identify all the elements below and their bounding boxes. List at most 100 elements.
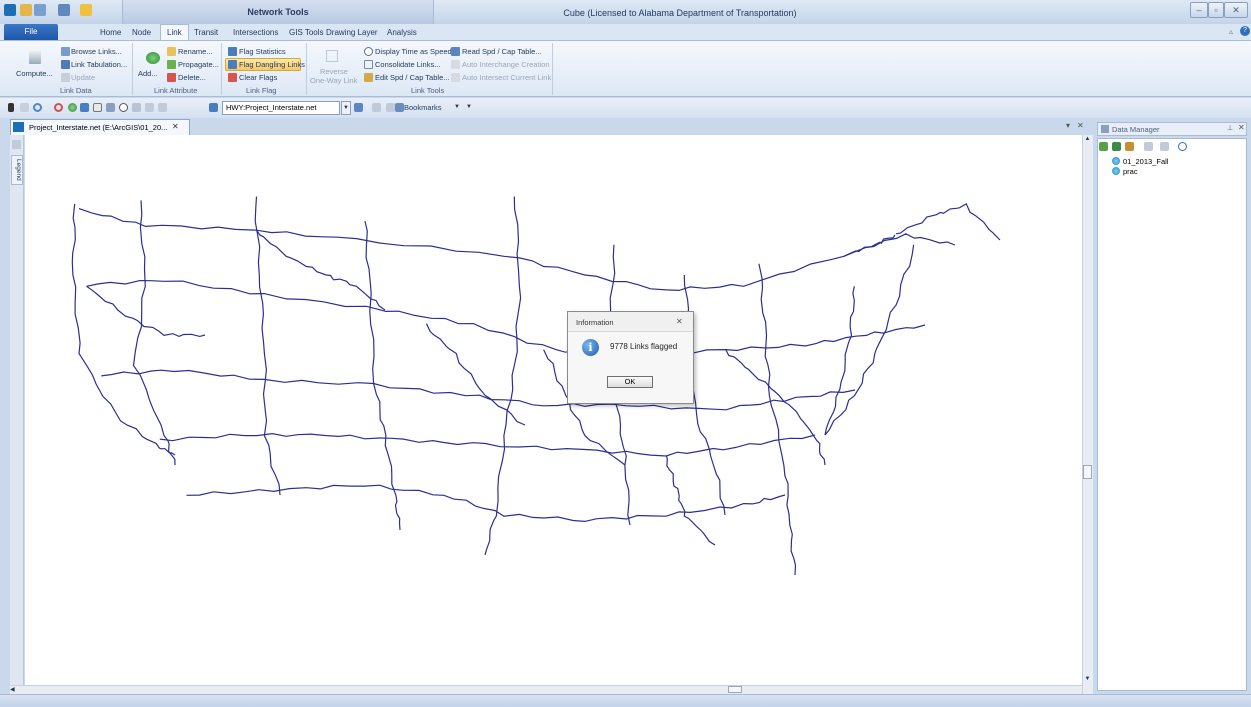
reverse-one-way-link-button[interactable]: Reverse [320,67,348,76]
full-extent-icon[interactable] [68,103,77,112]
compute-button[interactable]: Compute... [16,69,53,78]
add-layer-icon[interactable] [1112,142,1121,151]
grid-view-icon[interactable] [372,103,381,112]
group-label-link-data: Link Data [60,86,92,95]
tab-home[interactable]: Home [100,28,121,37]
bookmarks-button[interactable]: Bookmarks [404,103,442,112]
tools-icon[interactable] [58,4,70,16]
chevron-down-icon[interactable]: ▼ [341,101,351,115]
context-title: Network Tools [247,7,309,17]
read-spd-cap-table-icon [451,47,460,56]
layer-select[interactable]: HWY:Project_Interstate.net [222,101,340,115]
app-title: Cube (Licensed to Alabama Department of … [563,8,797,18]
tab-node[interactable]: Node [132,28,151,37]
tab-transit[interactable]: Transit [194,28,218,37]
tab-link[interactable]: Link [160,24,189,41]
toolbar-overflow-icon[interactable]: ▼ [466,104,472,110]
zoom-out-icon[interactable] [54,103,63,112]
ok-button[interactable]: OK [607,376,653,388]
delete-attribute-button[interactable]: Delete... [178,73,206,82]
table-view-icon[interactable] [158,103,167,112]
customize-icon[interactable] [80,4,92,16]
horizontal-scroll-thumb[interactable] [728,686,742,693]
update-button[interactable]: Update [71,73,95,82]
split-view-icon[interactable] [386,103,395,112]
close-icon[interactable]: ✕ [172,122,179,131]
edit-spd-cap-table-button[interactable]: Edit Spd / Cap Table... [375,73,450,82]
vertical-scroll-thumb[interactable] [1083,465,1092,479]
tab-analysis[interactable]: Analysis [387,28,417,37]
auto-intersect-current-link-button[interactable]: Auto Intersect Current Link [462,73,551,82]
select-arrow-icon[interactable] [8,103,14,112]
flag-dangling-links-button[interactable]: Flag Dangling Links [239,60,305,69]
map-canvas[interactable] [25,135,1082,685]
browse-links-button[interactable]: Browse Links... [71,47,122,56]
road-link [132,200,176,466]
minimize-button[interactable]: – [1190,2,1208,18]
pin-icon[interactable]: ⊥ [1227,124,1233,132]
delete-attribute-icon [167,73,176,82]
restore-button[interactable]: ▫ [1208,2,1224,18]
open-icon[interactable] [20,4,32,16]
add-attribute-button[interactable]: Add... [138,69,158,78]
propagate-button[interactable]: Propagate... [178,60,219,69]
help-icon[interactable]: ? [1240,26,1250,36]
list-view-icon[interactable] [145,103,154,112]
link-tabulation-icon [61,60,70,69]
road-network-map [71,196,1001,576]
tab-gis-tools[interactable]: GIS Tools [289,28,324,37]
road-link [824,286,855,436]
minimize-ribbon-icon[interactable]: ▵ [1229,27,1233,36]
read-spd-cap-table-button[interactable]: Read Spd / Cap Table... [462,47,542,56]
bookmarks-dropdown-icon[interactable]: ▼ [454,104,460,110]
layer-properties-icon[interactable] [354,103,363,112]
legend-tab[interactable]: Legend [11,155,23,185]
tree-item-project[interactable]: prac [1123,167,1138,176]
tree-item-project[interactable]: 01_2013_Fall [1123,157,1168,166]
scroll-left-icon[interactable]: ◀ [10,686,15,693]
browse-links-icon [61,47,70,56]
group-separator [221,43,222,95]
link-tabulation-button[interactable]: Link Tabulation... [71,60,127,69]
clear-flags-button[interactable]: Clear Flags [239,73,277,82]
vertical-scrollbar[interactable] [1082,135,1093,694]
data-manager-icon [1101,125,1109,133]
horizontal-scrollbar[interactable] [10,685,1082,694]
scroll-up-icon[interactable]: ▲ [1083,136,1092,145]
flag-statistics-button[interactable]: Flag Statistics [239,47,286,56]
dialog-title: Information [576,318,614,327]
tab-file[interactable]: File [4,24,58,40]
close-icon[interactable]: ✕ [676,317,683,326]
measure-icon[interactable] [132,103,141,112]
add-data-icon[interactable] [1099,142,1108,151]
auto-interchange-creation-button[interactable]: Auto Interchange Creation [462,60,550,69]
pan-back-icon[interactable] [20,103,29,112]
legend-list-icon[interactable] [12,140,21,149]
document-dropdown-icon[interactable]: ▾ [1066,121,1070,130]
properties-icon[interactable] [1160,142,1169,151]
group-separator [552,43,553,95]
group-label-link-attribute: Link Attribute [154,86,198,95]
close-panel-icon[interactable]: ✕ [1238,123,1245,132]
reverse-link-icon [326,50,338,62]
previous-extent-icon[interactable] [80,103,89,112]
zoom-to-layer-icon[interactable] [106,103,115,112]
document-tab[interactable]: Project_Interstate.net (E:\ArcGIS\01_20.… [10,119,190,135]
grid-icon[interactable] [1144,142,1153,151]
tab-drawing-layer[interactable]: Drawing Layer [326,28,378,37]
help-icon[interactable] [1178,142,1187,151]
tab-intersections[interactable]: Intersections [233,28,278,37]
consolidate-links-button[interactable]: Consolidate Links... [375,60,440,69]
identify-icon[interactable] [119,103,128,112]
pan-hand-icon[interactable] [93,103,102,112]
app-logo-icon[interactable] [4,4,16,16]
save-icon[interactable] [34,4,46,16]
display-time-as-speed-button[interactable]: Display Time as Speed [375,47,452,56]
close-button[interactable]: ✕ [1224,2,1248,18]
zoom-in-icon[interactable] [33,103,42,112]
rename-button[interactable]: Rename... [178,47,213,56]
scroll-down-icon[interactable]: ▼ [1083,676,1092,685]
refresh-icon[interactable] [1125,142,1134,151]
close-icon[interactable]: ✕ [1077,121,1084,130]
flag-dangling-links-icon [228,60,237,69]
